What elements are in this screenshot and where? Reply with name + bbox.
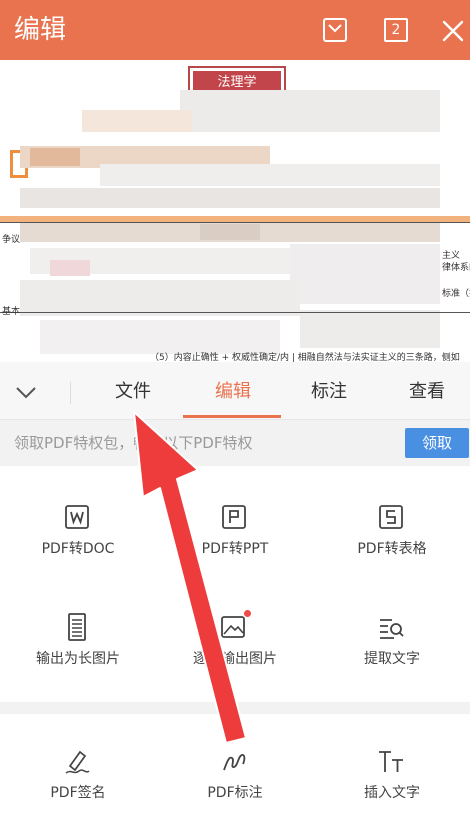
tab-divider — [70, 382, 71, 404]
image-export-icon-wrap — [219, 610, 251, 642]
insert-text-button[interactable]: 插入文字 — [314, 714, 470, 824]
doc-snippet: 基本 — [2, 307, 21, 317]
claim-button[interactable]: 领取 — [405, 428, 469, 458]
tool-label: PDF标注 — [207, 785, 263, 801]
export-long-image-button[interactable]: 输出为长图片 — [0, 576, 156, 686]
extract-text-button[interactable]: 提取文字 — [314, 576, 470, 686]
extract-text-icon — [380, 619, 404, 639]
tool-label: PDF转表格 — [357, 541, 427, 557]
tool-label: PDF转PPT — [201, 541, 269, 557]
image-export-icon — [221, 616, 245, 638]
doc-snippet: 争议 — [2, 235, 21, 245]
tool-label: PDF签名 — [50, 785, 106, 801]
word-doc-icon — [65, 505, 89, 529]
toolbar-tabs: 文件 编辑 标注 查看 — [0, 362, 470, 420]
chevron-down-icon[interactable] — [12, 378, 40, 406]
active-tab-indicator — [183, 415, 281, 418]
new-badge-dot — [244, 610, 251, 617]
pdf-to-ppt-button[interactable]: PDF转PPT — [157, 466, 313, 576]
app-header: 编辑 2 — [0, 0, 470, 60]
pdf-to-doc-button[interactable]: PDF转DOC — [0, 466, 156, 576]
tool-label: 输出为长图片 — [36, 651, 120, 667]
blurred-content — [0, 60, 470, 362]
tab-file[interactable]: 文件 — [98, 380, 168, 404]
pdf-annotate-button[interactable]: PDF标注 — [157, 714, 313, 824]
tab-edit[interactable]: 编辑 — [198, 380, 268, 404]
doc-snippet: （5）内容止确性 + 权威性确定/内 | 相融自然法与法实证主义的三条路，侧如 — [150, 353, 460, 362]
close-icon[interactable] — [438, 16, 466, 44]
doc-snippet: 标准（拉 — [442, 289, 470, 299]
insert-text-icon — [379, 751, 403, 772]
tool-grid-secondary: PDF签名 PDF标注 插入文字 — [0, 714, 470, 803]
doc-snippet: 主义 — [442, 251, 461, 261]
promo-bar: 领取PDF特权包，畅享以下PDF特权 领取 — [0, 420, 470, 466]
tool-label: 逐页输出图片 — [193, 651, 277, 667]
tool-grid: PDF转DOC PDF转PPT PDF转表格 输出为长图片 逐页输出图片 提取文… — [0, 466, 470, 702]
pdf-to-sheet-button[interactable]: PDF转表格 — [314, 466, 470, 576]
ppt-icon — [222, 505, 246, 529]
doc-snippet: 律体系的 — [442, 263, 470, 273]
annotation-icon — [223, 754, 246, 771]
spreadsheet-icon — [379, 505, 403, 529]
tool-label: 提取文字 — [364, 651, 420, 667]
table-rule — [0, 222, 470, 223]
page-count: 2 — [391, 22, 401, 38]
tool-label: PDF转DOC — [41, 541, 115, 557]
tab-annotate[interactable]: 标注 — [294, 380, 364, 404]
tool-label: 插入文字 — [364, 785, 420, 801]
pages-button[interactable]: 2 — [382, 16, 410, 44]
long-image-icon — [68, 613, 86, 641]
document-preview[interactable]: 法理学 争议 基本 主义 律体系的 标准（拉 （5）内容止确性 + 权威性确定/… — [0, 60, 470, 362]
export-page-images-button[interactable]: 逐页输出图片 — [157, 576, 313, 686]
table-rule — [0, 312, 470, 313]
header-title: 编辑 — [14, 15, 67, 45]
save-icon[interactable] — [321, 16, 349, 44]
promo-text: 领取PDF特权包，畅享以下PDF特权 — [14, 434, 253, 452]
signature-pen-icon — [65, 750, 90, 774]
section-divider — [0, 702, 470, 714]
pdf-signature-button[interactable]: PDF签名 — [0, 714, 156, 824]
tab-view[interactable]: 查看 — [392, 380, 462, 404]
